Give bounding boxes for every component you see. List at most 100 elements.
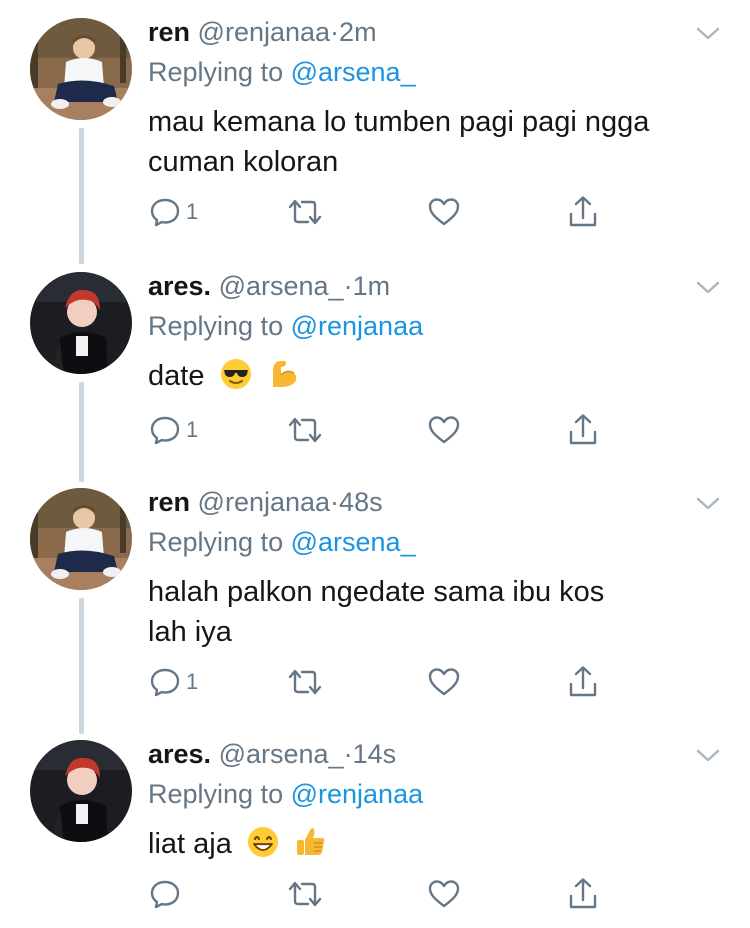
separator: · bbox=[343, 739, 353, 769]
reply-button[interactable]: 1 bbox=[148, 410, 198, 450]
replying-to-mention[interactable]: @renjanaa bbox=[291, 779, 424, 809]
tweet-text: mau kemana lo tumben pagi pagi ngga cuma… bbox=[148, 102, 708, 182]
like-button[interactable] bbox=[426, 874, 462, 914]
tweet-header: ares. @arsena_·14s bbox=[148, 736, 396, 772]
retweet-button[interactable] bbox=[286, 874, 324, 914]
tweet-text-line: lah iya bbox=[148, 616, 232, 648]
replying-to-label: Replying to bbox=[148, 311, 284, 341]
retweet-icon bbox=[288, 417, 322, 443]
tweet-text-line: halah palkon ngedate sama ibu kos bbox=[148, 576, 605, 608]
tweet[interactable]: ren @renjanaa·2m Replying to @arsena_ ma… bbox=[0, 0, 750, 250]
like-button[interactable] bbox=[426, 662, 462, 702]
display-name[interactable]: ren bbox=[148, 487, 190, 517]
replying-to: Replying to @arsena_ bbox=[148, 54, 416, 90]
tweet-text: date bbox=[148, 356, 708, 402]
retweet-button[interactable] bbox=[286, 662, 324, 702]
reply-button[interactable]: 1 bbox=[148, 662, 198, 702]
reply-thread: ren @renjanaa·2m Replying to @arsena_ ma… bbox=[0, 0, 750, 928]
tweet-text-line: cuman koloran bbox=[148, 146, 339, 178]
caret-down-icon[interactable] bbox=[694, 278, 722, 298]
share-button[interactable] bbox=[566, 662, 600, 702]
retweet-icon bbox=[288, 199, 322, 225]
reply-icon bbox=[150, 198, 180, 227]
avatar[interactable] bbox=[30, 740, 132, 842]
retweet-button[interactable] bbox=[286, 192, 324, 232]
user-handle[interactable]: @arsena_ bbox=[219, 271, 344, 301]
display-name[interactable]: ares. bbox=[148, 271, 211, 301]
thumbs-up-emoji bbox=[294, 825, 328, 870]
share-icon bbox=[569, 196, 597, 227]
replying-to-label: Replying to bbox=[148, 527, 284, 557]
tweet-actions bbox=[148, 874, 618, 914]
like-button[interactable] bbox=[426, 192, 462, 232]
separator: · bbox=[330, 487, 340, 517]
caret-down-icon[interactable] bbox=[694, 24, 722, 44]
tweet-text-line: date bbox=[148, 356, 708, 402]
share-icon bbox=[569, 878, 597, 909]
share-button[interactable] bbox=[566, 192, 600, 232]
grinning-emoji bbox=[246, 825, 280, 870]
caret-down-icon[interactable] bbox=[694, 494, 722, 514]
tweet[interactable]: ares. @arsena_·1m Replying to @renjanaa … bbox=[0, 254, 750, 474]
tweet[interactable]: ares. @arsena_·14s Replying to @renjanaa… bbox=[0, 722, 750, 928]
tweet-text: halah palkon ngedate sama ibu kos lah iy… bbox=[148, 572, 708, 652]
reply-icon bbox=[150, 668, 180, 697]
tweet-actions: 1 bbox=[148, 410, 618, 450]
replying-to: Replying to @renjanaa bbox=[148, 308, 423, 344]
tweet-header: ren @renjanaa·48s bbox=[148, 484, 383, 520]
retweet-button[interactable] bbox=[286, 410, 324, 450]
like-icon bbox=[428, 880, 460, 908]
retweet-icon bbox=[288, 669, 322, 695]
timestamp[interactable]: 14s bbox=[353, 739, 397, 769]
tweet-text-line: mau kemana lo tumben pagi pagi ngga bbox=[148, 106, 650, 138]
replying-to-label: Replying to bbox=[148, 57, 284, 87]
reply-count: 1 bbox=[186, 199, 199, 224]
reply-button[interactable] bbox=[148, 874, 186, 914]
like-button[interactable] bbox=[426, 410, 462, 450]
avatar[interactable] bbox=[30, 488, 132, 590]
timestamp[interactable]: 2m bbox=[339, 17, 377, 47]
replying-to-mention[interactable]: @arsena_ bbox=[291, 57, 416, 87]
avatar[interactable] bbox=[30, 18, 132, 120]
display-name[interactable]: ren bbox=[148, 17, 190, 47]
timestamp[interactable]: 1m bbox=[353, 271, 391, 301]
display-name[interactable]: ares. bbox=[148, 739, 211, 769]
tweet-text: liat aja bbox=[148, 824, 708, 870]
tweet-text-content: liat aja bbox=[148, 828, 232, 860]
user-handle[interactable]: @renjanaa bbox=[198, 17, 331, 47]
separator: · bbox=[330, 17, 340, 47]
user-handle[interactable]: @renjanaa bbox=[198, 487, 331, 517]
share-icon bbox=[569, 414, 597, 445]
tweet-text-content: date bbox=[148, 360, 205, 392]
reply-icon bbox=[150, 416, 180, 445]
replying-to: Replying to @arsena_ bbox=[148, 524, 416, 560]
tweet-header: ares. @arsena_·1m bbox=[148, 268, 390, 304]
tweet[interactable]: ren @renjanaa·48s Replying to @arsena_ h… bbox=[0, 470, 750, 720]
reply-icon bbox=[150, 880, 180, 909]
flexed-biceps-emoji bbox=[267, 357, 301, 402]
reply-count: 1 bbox=[186, 417, 199, 442]
tweet-actions: 1 bbox=[148, 662, 618, 702]
retweet-icon bbox=[288, 881, 322, 907]
share-button[interactable] bbox=[566, 410, 600, 450]
user-handle[interactable]: @arsena_ bbox=[219, 739, 344, 769]
like-icon bbox=[428, 668, 460, 696]
separator: · bbox=[343, 271, 353, 301]
caret-down-icon[interactable] bbox=[694, 746, 722, 766]
tweet-header: ren @renjanaa·2m bbox=[148, 14, 377, 50]
like-icon bbox=[428, 198, 460, 226]
replying-to-label: Replying to bbox=[148, 779, 284, 809]
replying-to-mention[interactable]: @renjanaa bbox=[291, 311, 424, 341]
share-icon bbox=[569, 666, 597, 697]
replying-to-mention[interactable]: @arsena_ bbox=[291, 527, 416, 557]
like-icon bbox=[428, 416, 460, 444]
avatar[interactable] bbox=[30, 272, 132, 374]
tweet-text-line: liat aja bbox=[148, 824, 708, 870]
reply-button[interactable]: 1 bbox=[148, 192, 198, 232]
share-button[interactable] bbox=[566, 874, 600, 914]
reply-count: 1 bbox=[186, 669, 199, 694]
timestamp[interactable]: 48s bbox=[339, 487, 383, 517]
sunglasses-emoji bbox=[219, 357, 253, 402]
replying-to: Replying to @renjanaa bbox=[148, 776, 423, 812]
tweet-actions: 1 bbox=[148, 192, 618, 232]
